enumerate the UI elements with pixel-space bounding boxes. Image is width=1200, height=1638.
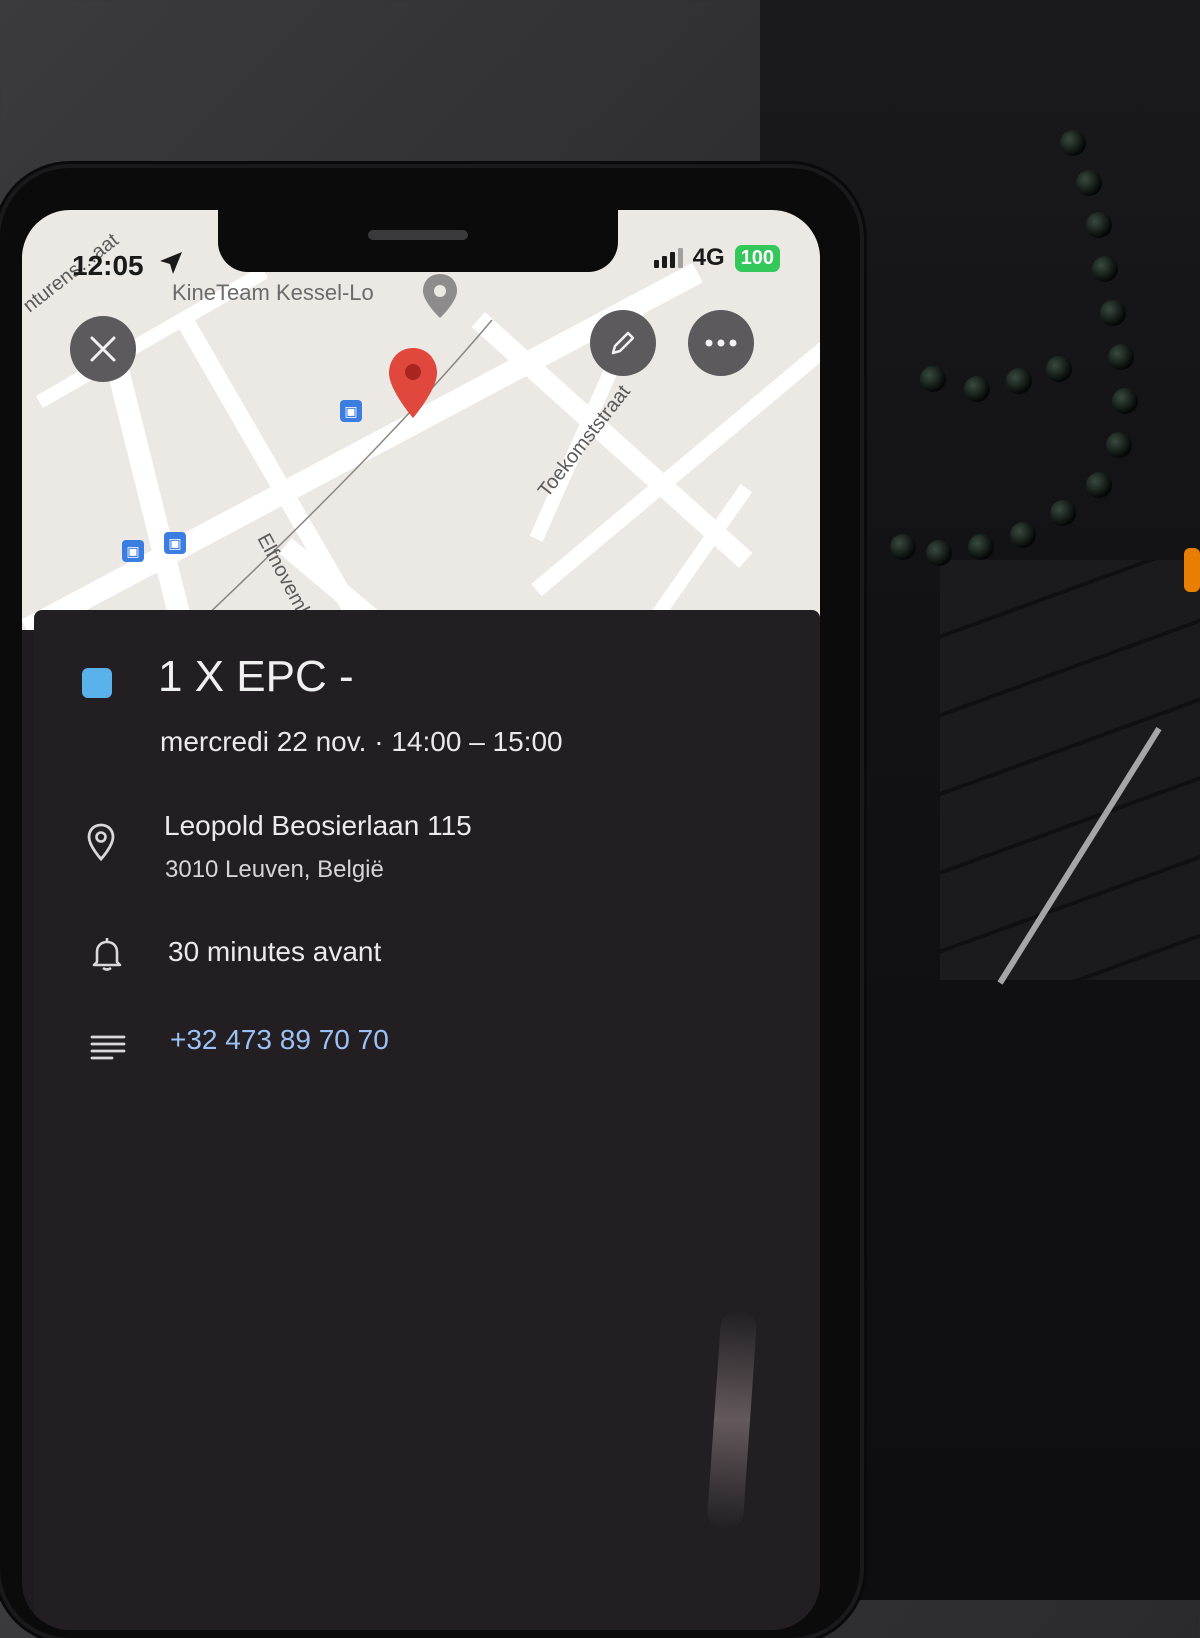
status-time: 12:05 [72,250,144,281]
phone-notch [218,210,618,272]
bus-stop-icon[interactable]: ▣ [340,400,362,422]
close-button[interactable] [70,316,136,382]
more-horizontal-icon [705,339,737,347]
poi-label: KineTeam Kessel-Lo [172,280,374,305]
more-options-button[interactable] [688,310,754,376]
background-console [940,560,1200,980]
event-details-sheet: 1 X EPC - mercredi 22 nov. · 14:00 – 15:… [34,610,820,1630]
close-icon [90,336,116,362]
location-arrow-icon [160,252,182,274]
status-indicators: 4G 100 [653,244,780,272]
signal-strength-icon [653,248,683,268]
event-title: 1 X EPC - [158,652,354,701]
poi-pin-icon [423,274,457,318]
battery-level: 100 [734,244,780,272]
location-pin-icon [87,823,115,862]
bus-stop-icon[interactable]: ▣ [164,532,186,554]
event-description-phone-link[interactable]: +32 473 89 70 70 [170,1024,389,1056]
event-datetime: mercredi 22 nov. · 14:00 – 15:00 [160,726,563,757]
event-color-swatch [82,668,112,698]
event-location-city[interactable]: 3010 Leuven, België [165,856,384,884]
network-type: 4G [692,244,725,271]
bus-stop-icon[interactable]: ▣ [122,540,144,562]
screen-glare [706,1309,758,1531]
edit-button[interactable] [590,310,656,376]
bell-icon [92,938,122,971]
event-location-street[interactable]: Leopold Beosierlaan 115 [164,810,472,842]
background-bead-bracelet [880,130,1180,590]
phone-screen: nturens…aat KineTeam Kessel-Lo Elfnovemb… [22,210,820,1630]
notes-icon [90,1035,126,1060]
pencil-icon [611,331,635,355]
background-dashboard-light [1184,548,1200,592]
map-pin-icon [389,348,437,418]
event-reminder: 30 minutes avant [168,936,382,967]
phone-device: nturens…aat KineTeam Kessel-Lo Elfnovemb… [0,168,860,1638]
